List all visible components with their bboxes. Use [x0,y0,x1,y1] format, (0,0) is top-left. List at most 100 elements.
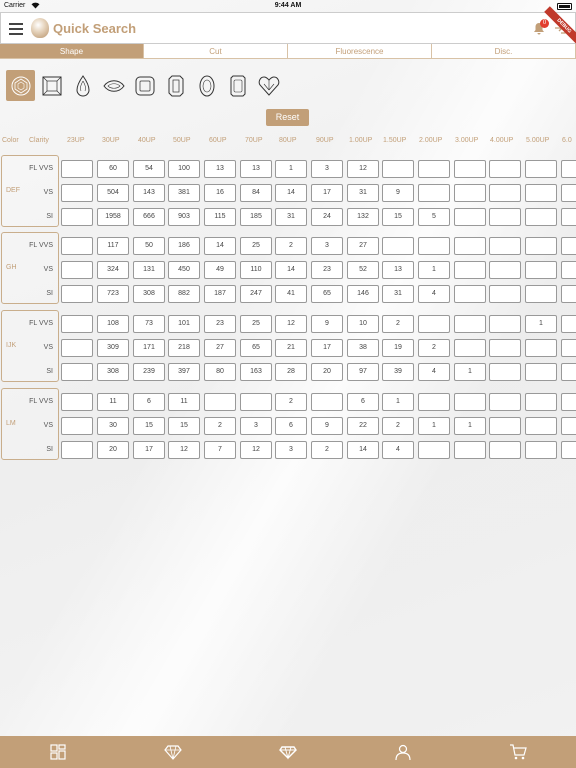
grid-cell[interactable] [489,261,521,279]
grid-cell[interactable]: 13 [240,160,272,178]
grid-cell[interactable] [61,261,93,279]
grid-cell[interactable] [561,261,576,279]
grid-cell[interactable]: 15 [133,417,165,435]
grid-cell[interactable] [561,315,576,333]
grid-cell[interactable]: 101 [168,315,200,333]
reset-button[interactable]: Reset [266,109,309,126]
grid-cell[interactable]: 17 [311,339,343,357]
grid-cell[interactable] [489,363,521,381]
grid-cell[interactable]: 1 [525,315,557,333]
grid-cell[interactable] [454,285,486,303]
grid-cell[interactable]: 308 [133,285,165,303]
grid-cell[interactable]: 2 [275,393,307,411]
grid-cell[interactable] [454,393,486,411]
grid-cell[interactable]: 3 [240,417,272,435]
grid-cell[interactable] [489,417,521,435]
grid-cell[interactable] [489,208,521,226]
grid-cell[interactable]: 20 [311,363,343,381]
grid-cell[interactable]: 218 [168,339,200,357]
grid-cell[interactable]: 100 [168,160,200,178]
grid-cell[interactable] [454,237,486,255]
grid-cell[interactable]: 5 [418,208,450,226]
grid-cell[interactable]: 97 [347,363,379,381]
grid-cell[interactable]: 65 [240,339,272,357]
shape-cushion[interactable] [130,70,159,101]
grid-cell[interactable]: 22 [347,417,379,435]
grid-cell[interactable]: 23 [204,315,236,333]
grid-cell[interactable] [525,208,557,226]
grid-cell[interactable] [382,237,414,255]
grid-cell[interactable]: 903 [168,208,200,226]
grid-cell[interactable]: 31 [347,184,379,202]
grid-cell[interactable]: 3 [275,441,307,459]
grid-cell[interactable]: 2 [204,417,236,435]
shape-princess[interactable] [37,70,66,101]
grid-cell[interactable]: 324 [97,261,129,279]
tab-cut[interactable]: Cut [144,44,288,58]
grid-cell[interactable]: 9 [311,315,343,333]
shape-oval[interactable] [192,70,221,101]
grid-cell[interactable]: 1 [275,160,307,178]
grid-cell[interactable] [561,393,576,411]
grid-cell[interactable]: 239 [133,363,165,381]
grid-cell[interactable]: 30 [97,417,129,435]
grid-cell[interactable] [561,285,576,303]
grid-cell[interactable]: 1 [418,261,450,279]
grid-cell[interactable]: 108 [97,315,129,333]
menu-icon[interactable] [9,23,23,35]
grid-cell[interactable]: 450 [168,261,200,279]
grid-cell[interactable]: 115 [204,208,236,226]
grid-cell[interactable]: 2 [382,417,414,435]
grid-cell[interactable]: 397 [168,363,200,381]
grid-cell[interactable] [561,417,576,435]
shape-round[interactable] [6,70,35,101]
grid-cell[interactable] [61,184,93,202]
grid-cell[interactable] [489,160,521,178]
grid-cell[interactable]: 73 [133,315,165,333]
grid-cell[interactable] [525,261,557,279]
grid-cell[interactable]: 2 [418,339,450,357]
shape-pear[interactable] [68,70,97,101]
grid-cell[interactable] [525,237,557,255]
grid-cell[interactable] [489,237,521,255]
grid-cell[interactable] [561,339,576,357]
grid-cell[interactable]: 27 [204,339,236,357]
grid-cell[interactable] [61,417,93,435]
grid-cell[interactable]: 3 [311,237,343,255]
grid-cell[interactable]: 10 [347,315,379,333]
grid-cell[interactable]: 11 [97,393,129,411]
grid-cell[interactable]: 38 [347,339,379,357]
grid-cell[interactable]: 2 [382,315,414,333]
grid-cell[interactable]: 1958 [97,208,129,226]
grid-cell[interactable] [489,393,521,411]
grid-cell[interactable]: 12 [240,441,272,459]
grid-cell[interactable]: 381 [168,184,200,202]
grid-cell[interactable] [454,208,486,226]
grid-cell[interactable]: 2 [311,441,343,459]
grid-cell[interactable]: 110 [240,261,272,279]
grid-cell[interactable] [489,184,521,202]
grid-cell[interactable] [525,363,557,381]
grid-cell[interactable]: 6 [275,417,307,435]
grid-cell[interactable] [61,339,93,357]
grid-cell[interactable]: 12 [168,441,200,459]
grid-cell[interactable]: 60 [97,160,129,178]
grid-cell[interactable] [561,363,576,381]
grid-cell[interactable]: 16 [204,184,236,202]
shape-emerald[interactable] [161,70,190,101]
grid-cell[interactable]: 186 [168,237,200,255]
grid-cell[interactable]: 185 [240,208,272,226]
grid-cell[interactable] [61,363,93,381]
grid-cell[interactable]: 187 [204,285,236,303]
grid-cell[interactable]: 31 [382,285,414,303]
grid-cell[interactable]: 52 [347,261,379,279]
grid-cell[interactable] [454,261,486,279]
grid-cell[interactable] [418,237,450,255]
grid-cell[interactable] [61,441,93,459]
grid-cell[interactable]: 1 [454,363,486,381]
grid-cell[interactable]: 25 [240,315,272,333]
grid-cell[interactable]: 7 [204,441,236,459]
grid-cell[interactable] [489,339,521,357]
grid-cell[interactable]: 3 [311,160,343,178]
grid-cell[interactable]: 1 [454,417,486,435]
